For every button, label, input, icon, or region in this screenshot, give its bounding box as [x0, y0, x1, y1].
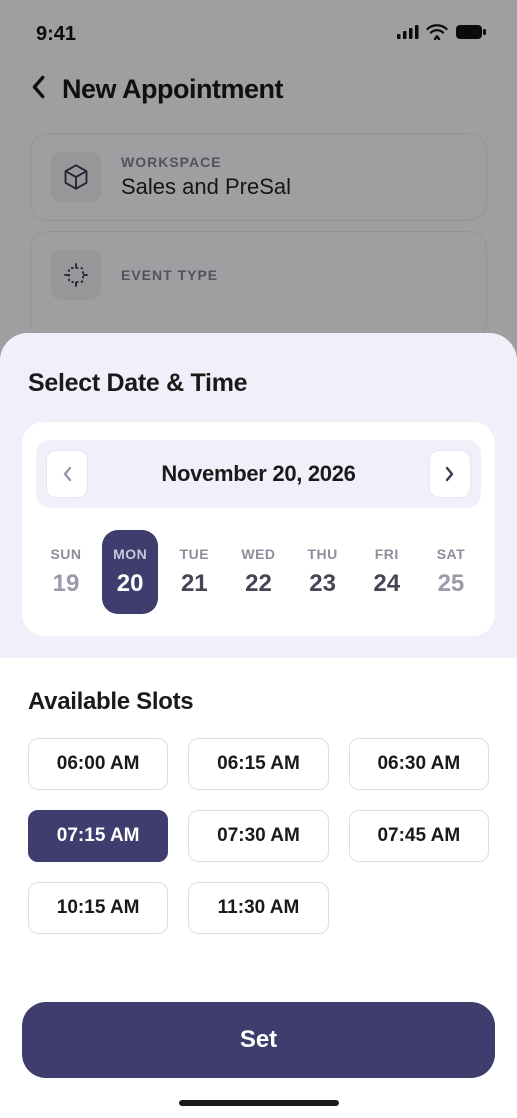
day-number: 21 [181, 570, 208, 598]
next-month-button[interactable] [429, 450, 471, 498]
time-slot[interactable]: 07:45 AM [349, 810, 489, 862]
time-slot[interactable]: 07:30 AM [188, 810, 328, 862]
calendar-nav: November 20, 2026 [36, 440, 481, 508]
day-cell[interactable]: THU 23 [295, 530, 351, 614]
day-of-week: MON [113, 546, 147, 562]
day-number: 24 [373, 570, 400, 598]
day-cell[interactable]: TUE 21 [166, 530, 222, 614]
day-of-week: SAT [437, 546, 465, 562]
datetime-sheet: Select Date & Time November 20, 2026 SUN… [0, 333, 517, 1118]
time-slot[interactable]: 06:30 AM [349, 738, 489, 790]
day-of-week: SUN [50, 546, 81, 562]
time-slot[interactable]: 10:15 AM [28, 882, 168, 934]
set-button[interactable]: Set [22, 1002, 495, 1078]
time-slot[interactable]: 07:15 AM [28, 810, 168, 862]
day-of-week: FRI [375, 546, 399, 562]
day-number: 23 [309, 570, 336, 598]
day-cell[interactable]: SUN 19 [38, 530, 94, 614]
day-number: 25 [438, 570, 465, 598]
day-cell[interactable]: SAT 25 [423, 530, 479, 614]
day-number: 19 [53, 570, 80, 598]
calendar-date-label: November 20, 2026 [161, 461, 355, 487]
time-slot[interactable]: 11:30 AM [188, 882, 328, 934]
slots-title: Available Slots [28, 688, 489, 716]
day-number: 22 [245, 570, 272, 598]
day-of-week: WED [241, 546, 275, 562]
home-indicator [179, 1100, 339, 1106]
calendar-days-row: SUN 19 MON 20 TUE 21 WED 22 THU 23 FRI 24 SAT 25 [36, 530, 481, 614]
slots-grid: 06:00 AM 06:15 AM 06:30 AM 07:15 AM 07:30 AM… [28, 738, 489, 934]
day-cell[interactable]: WED 22 [230, 530, 286, 614]
calendar-card: November 20, 2026 SUN 19 MON 20 TUE 21 WED 22 TH… [22, 422, 495, 636]
prev-month-button[interactable] [46, 450, 88, 498]
day-cell[interactable]: FRI 24 [359, 530, 415, 614]
day-cell[interactable]: MON 20 [102, 530, 158, 614]
time-slot[interactable]: 06:15 AM [188, 738, 328, 790]
slots-section: Available Slots 06:00 AM 06:15 AM 06:30 AM… [0, 658, 517, 952]
sheet-title: Select Date & Time [0, 333, 517, 422]
day-of-week: THU [307, 546, 337, 562]
day-number: 20 [117, 570, 144, 598]
time-slot[interactable]: 06:00 AM [28, 738, 168, 790]
day-of-week: TUE [180, 546, 210, 562]
